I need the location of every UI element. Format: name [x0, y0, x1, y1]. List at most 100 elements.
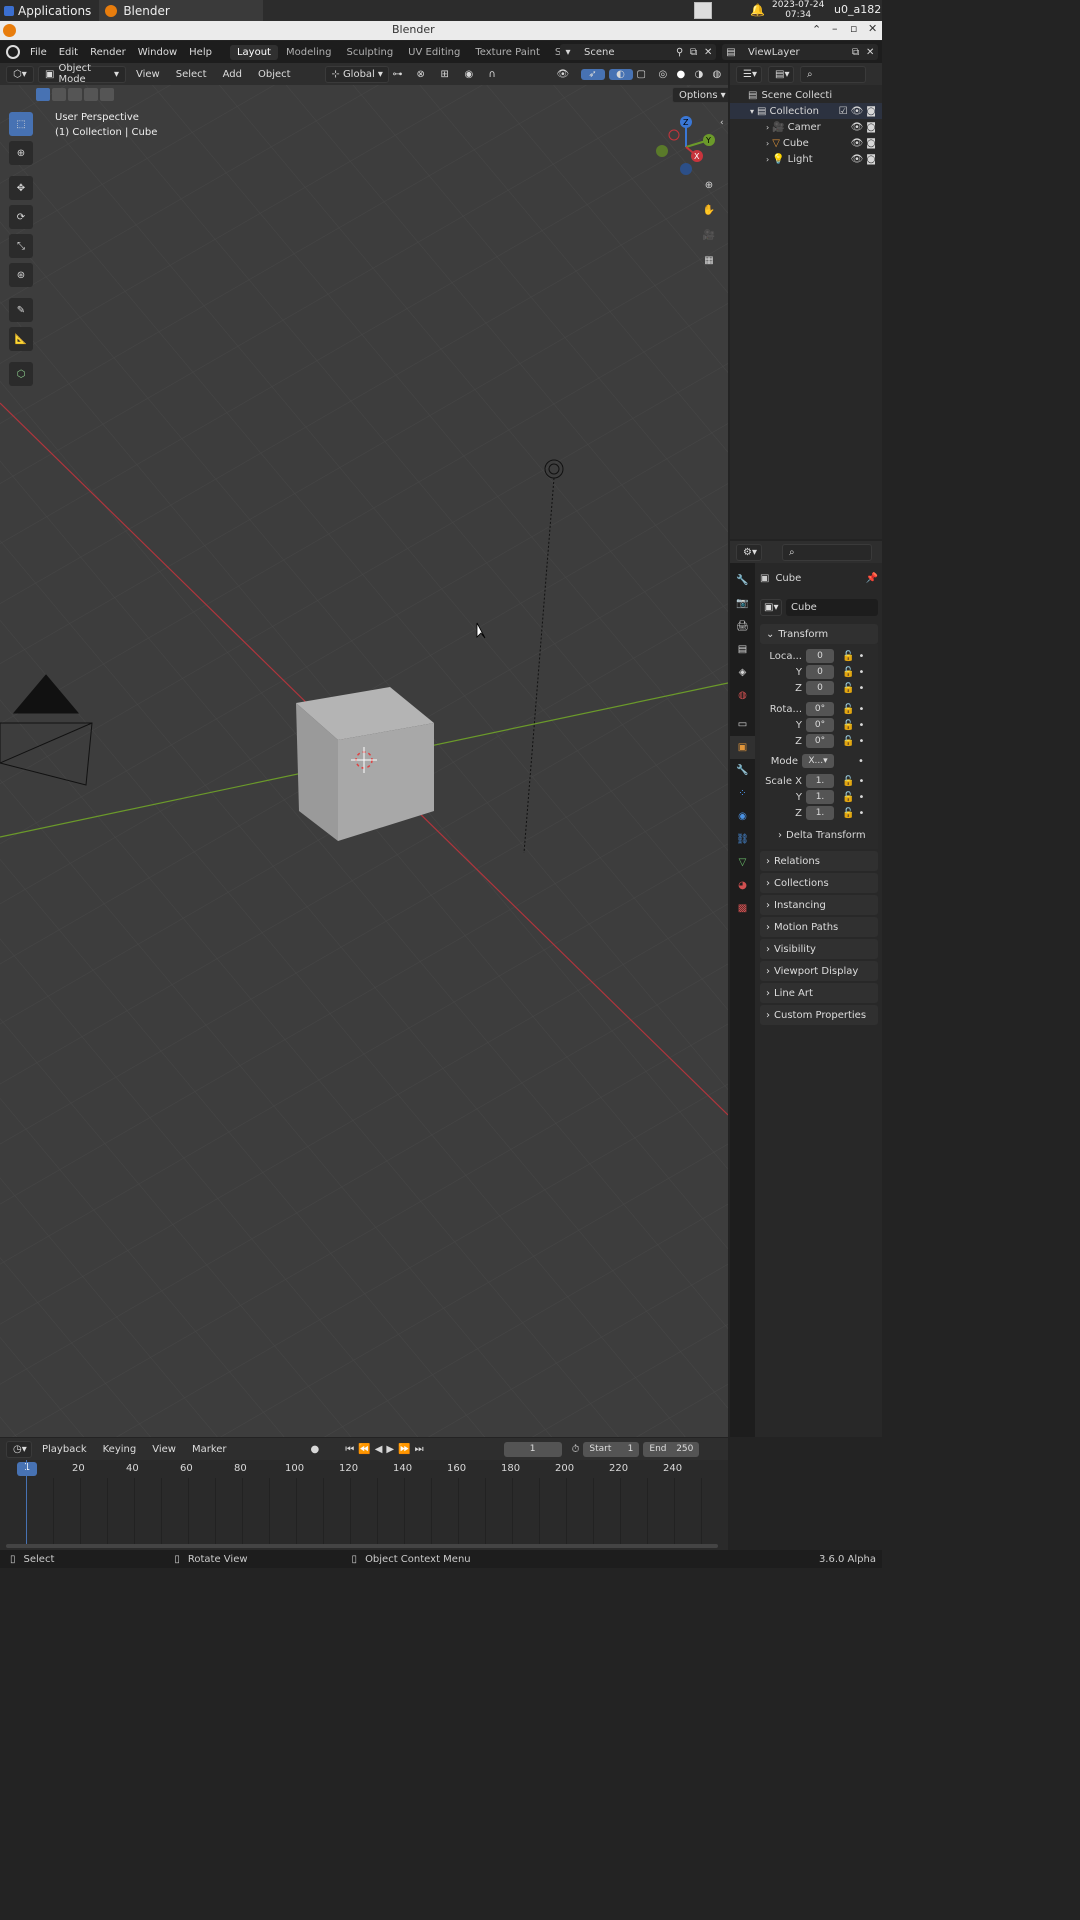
current-frame-field[interactable]: 1	[503, 1441, 562, 1457]
stopwatch-icon[interactable]: ⏱	[572, 1444, 580, 1455]
auto-keying-icon[interactable]: ●	[311, 1444, 320, 1455]
relations-panel-header[interactable]: › Relations	[760, 851, 878, 871]
overlay-toggle-icon[interactable]: ◐	[608, 68, 633, 80]
lock-icon[interactable]: 🔓	[842, 667, 854, 678]
select-new-icon[interactable]	[36, 88, 50, 101]
pin-icon[interactable]: ⚲	[676, 47, 690, 58]
navigation-gizmo[interactable]: Z Y X	[652, 113, 724, 185]
rotate-tool[interactable]: ⟳	[9, 205, 33, 229]
tab-texture-paint[interactable]: Texture Paint	[468, 45, 547, 60]
minimize-icon[interactable]: –	[832, 22, 838, 35]
lock-icon[interactable]: 🔓	[842, 776, 854, 787]
expand-icon[interactable]: ›	[766, 155, 769, 164]
new-scene-icon[interactable]: ⧉	[690, 47, 704, 58]
visibility-selectability-icon[interactable]: 👁	[557, 69, 577, 80]
select-box-tool[interactable]: ⬚	[9, 112, 33, 136]
new-view-layer-icon[interactable]: ⧉	[852, 47, 866, 58]
select-subtract-icon[interactable]	[68, 88, 82, 101]
outliner-row-camera[interactable]: › 🎥 Camer 👁 ◙	[730, 119, 882, 135]
snap-settings-icon[interactable]: ⊞	[441, 69, 461, 80]
render-tab[interactable]: 📷	[730, 592, 755, 615]
visibility-eye-icon[interactable]: 👁	[851, 106, 864, 117]
outliner-display-mode[interactable]: ▤▾	[768, 65, 794, 83]
location-y-field[interactable]: 0	[806, 665, 834, 679]
select-extend-icon[interactable]	[52, 88, 66, 101]
custom-properties-panel-header[interactable]: › Custom Properties	[760, 1005, 878, 1025]
options-dropdown[interactable]: Options ▾	[672, 87, 728, 103]
outliner-row-light[interactable]: › 💡 Light 👁 ◙	[730, 151, 882, 167]
rotation-mode-dropdown[interactable]: X... ▾	[802, 754, 834, 768]
keyframe-dot-icon[interactable]: •	[858, 792, 864, 803]
material-shading-icon[interactable]: ◑	[695, 69, 709, 80]
lock-icon[interactable]: 🔓	[842, 792, 854, 803]
measure-tool[interactable]: 📐	[9, 327, 33, 351]
outliner-editor-type[interactable]: ☰▾	[736, 65, 762, 83]
keyframe-dot-icon[interactable]: •	[858, 651, 864, 662]
tab-sculpting[interactable]: Sculpting	[339, 45, 400, 60]
exclude-checkbox-icon[interactable]: ☑	[839, 106, 848, 117]
physics-tab[interactable]: ◉	[730, 805, 755, 828]
timeline-menu-playback[interactable]: Playback	[36, 1444, 93, 1455]
menu-window[interactable]: Window	[132, 47, 183, 58]
constraints-tab[interactable]: ⛓	[730, 828, 755, 851]
object-tab[interactable]: ▣	[730, 736, 755, 759]
orientation-dropdown[interactable]: ⊹ Global ▾	[324, 65, 389, 83]
collection-tab[interactable]: ▭	[730, 713, 755, 736]
location-z-field[interactable]: 0	[806, 681, 834, 695]
tab-modeling[interactable]: Modeling	[279, 45, 339, 60]
scale-y-field[interactable]: 1.	[806, 790, 834, 804]
texture-tab[interactable]: ▩	[730, 897, 755, 920]
timeline-scrollbar[interactable]	[6, 1544, 718, 1548]
viewport-menu-select[interactable]: Select	[170, 69, 213, 80]
pan-hand-icon[interactable]: ✋	[698, 205, 720, 224]
menu-help[interactable]: Help	[183, 47, 218, 58]
playhead-marker[interactable]: 1	[17, 1462, 37, 1476]
scene-tab[interactable]: ◈	[730, 661, 755, 684]
jump-end-icon[interactable]: ⏭	[415, 1444, 424, 1455]
keyframe-dot-icon[interactable]: •	[858, 736, 864, 747]
end-frame-field[interactable]: End 250	[643, 1441, 700, 1457]
falloff-icon[interactable]: ∩	[489, 69, 509, 80]
motion-paths-panel-header[interactable]: › Motion Paths	[760, 917, 878, 937]
data-tab[interactable]: ▽	[730, 851, 755, 874]
render-camera-icon[interactable]: ◙	[866, 122, 876, 133]
expand-icon[interactable]: ›	[766, 123, 769, 132]
camera-view-icon[interactable]: 🎥	[698, 230, 720, 249]
notification-bell-icon[interactable]: 🔔	[750, 3, 765, 17]
particles-tab[interactable]: ⁘	[730, 782, 755, 805]
visibility-eye-icon[interactable]: 👁	[851, 154, 864, 165]
lock-icon[interactable]: 🔓	[842, 651, 854, 662]
material-tab[interactable]: ◕	[730, 874, 755, 897]
delete-view-layer-icon[interactable]: ✕	[866, 47, 878, 58]
lock-icon[interactable]: 🔓	[842, 704, 854, 715]
menu-edit[interactable]: Edit	[53, 47, 84, 58]
applications-menu[interactable]: Applications	[0, 4, 91, 18]
outliner-search[interactable]: ⌕	[800, 65, 866, 83]
location-x-field[interactable]: 0	[806, 649, 834, 663]
keyframe-dot-icon[interactable]: •	[858, 776, 864, 787]
view-layer-tab[interactable]: ▤	[730, 638, 755, 661]
collapse-sidebar-icon[interactable]: ‹	[720, 118, 724, 128]
collections-panel-header[interactable]: › Collections	[760, 873, 878, 893]
view-layer-selector[interactable]: ▤ ViewLayer ⧉ ✕	[722, 44, 878, 60]
outliner-row-collection[interactable]: ▾ ▤ Collection ☑ 👁 ◙	[730, 103, 882, 119]
menu-render[interactable]: Render	[84, 47, 132, 58]
play-icon[interactable]: ▶	[386, 1444, 394, 1455]
pivot-icon[interactable]: ⊶	[393, 69, 413, 80]
lock-icon[interactable]: 🔓	[842, 720, 854, 731]
jump-keyframe-back-icon[interactable]: ⏪	[358, 1444, 370, 1455]
render-camera-icon[interactable]: ◙	[866, 106, 876, 117]
properties-editor-type[interactable]: ⚙▾	[736, 543, 762, 561]
keyframe-dot-icon[interactable]: •	[858, 756, 864, 767]
move-tool[interactable]: ✥	[9, 176, 33, 200]
output-tab[interactable]: 🖨	[730, 615, 755, 638]
close-icon[interactable]: ✕	[868, 22, 877, 35]
rotation-z-field[interactable]: 0°	[806, 734, 834, 748]
transform-tool[interactable]: ⊛	[9, 263, 33, 287]
rotation-y-field[interactable]: 0°	[806, 718, 834, 732]
jump-keyframe-forward-icon[interactable]: ⏩	[398, 1444, 410, 1455]
pin-icon[interactable]: 📌	[866, 573, 878, 584]
play-reverse-icon[interactable]: ◀	[375, 1444, 383, 1455]
scale-x-field[interactable]: 1.	[806, 774, 834, 788]
rotation-x-field[interactable]: 0°	[806, 702, 834, 716]
